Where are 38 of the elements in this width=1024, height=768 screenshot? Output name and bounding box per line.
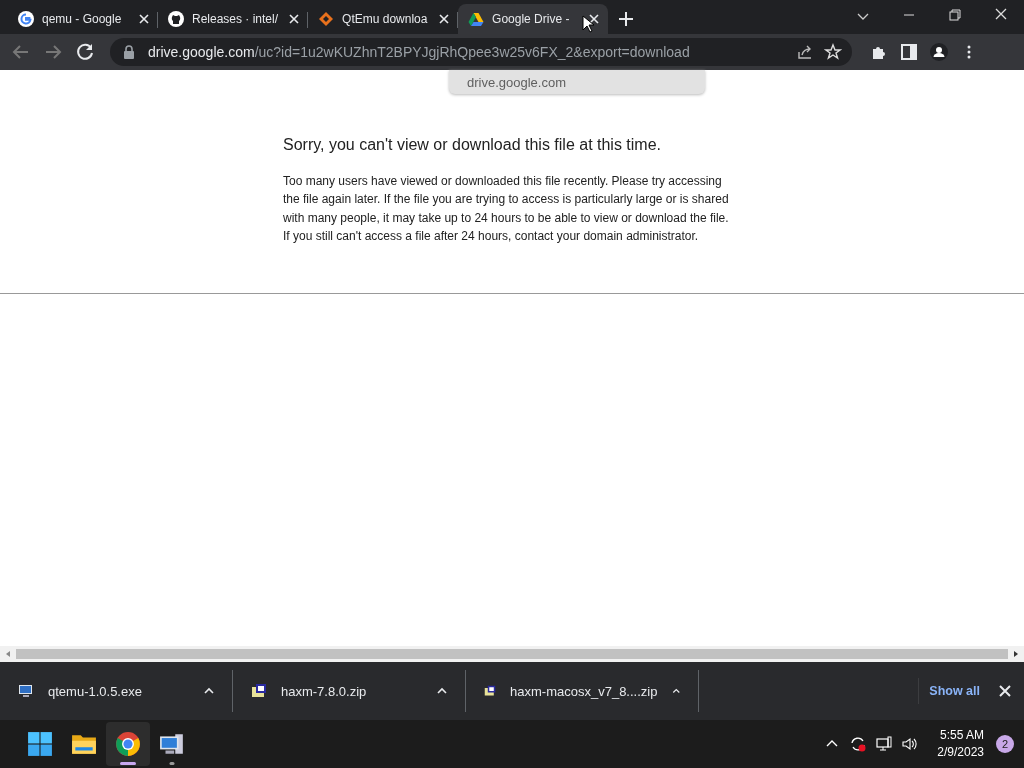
tooltip: drive.google.com <box>449 70 705 94</box>
browser-tab[interactable]: Releases · intel/ <box>158 4 309 34</box>
cursor-icon <box>582 15 594 33</box>
running-indicator <box>120 762 136 765</box>
running-indicator <box>169 762 175 765</box>
computer-icon[interactable] <box>159 731 185 757</box>
notification-badge[interactable]: 2 <box>996 735 1014 753</box>
browser-tab[interactable]: QtEmu downloa <box>308 4 459 34</box>
google-icon <box>18 11 34 27</box>
download-item[interactable]: haxm-macosx_v7_8....zip <box>466 670 699 712</box>
download-item[interactable]: haxm-7.8.0.zip <box>233 670 466 712</box>
clock-time[interactable]: 5:55 AM <box>939 727 984 744</box>
star-icon[interactable] <box>824 43 842 61</box>
taskbar-button[interactable] <box>106 722 150 766</box>
horizontal-scrollbar[interactable] <box>0 646 1024 662</box>
start-icon[interactable] <box>27 731 53 757</box>
sync-icon[interactable] <box>849 735 868 753</box>
diamond-icon <box>318 11 335 27</box>
error-message: Too many users have viewed or downloaded this file recently. Please try accessing the file again later. If the file you are trying to access is particularly large or is shared with many people, it may take up to 24 hours to be able to view or download the file. If you still can't access a file after 24 hours, contact your domain administrator. <box>283 173 730 245</box>
computer-icon <box>18 683 34 699</box>
side-panel-icon[interactable] <box>900 43 918 61</box>
download-item[interactable]: qtemu-1.0.5.exe <box>0 670 233 712</box>
browser-tab[interactable]: qemu - Google <box>8 4 158 34</box>
chrome-icon[interactable] <box>115 731 141 757</box>
clock-date[interactable]: 2/9/2023 <box>937 744 984 761</box>
volume-icon[interactable] <box>901 735 920 753</box>
archive-icon <box>484 683 497 699</box>
address-bar[interactable]: drive.google.com/uc?id=1u2wKUZhnT2BPYJgjRhQpee3w25v6FX_2&export=download <box>110 38 852 66</box>
browser-tab[interactable]: Google Drive - <box>458 4 609 34</box>
archive-icon <box>251 683 267 699</box>
error-heading: Sorry, you can't view or download this file at this time. <box>283 136 663 154</box>
share-icon[interactable] <box>796 43 814 61</box>
show-all-link[interactable]: Show all <box>918 678 990 704</box>
network-icon[interactable] <box>875 735 894 753</box>
profile-icon[interactable] <box>930 43 948 61</box>
close-icon[interactable] <box>998 684 1012 698</box>
octocat-icon <box>168 11 184 27</box>
drive-icon <box>468 11 485 27</box>
